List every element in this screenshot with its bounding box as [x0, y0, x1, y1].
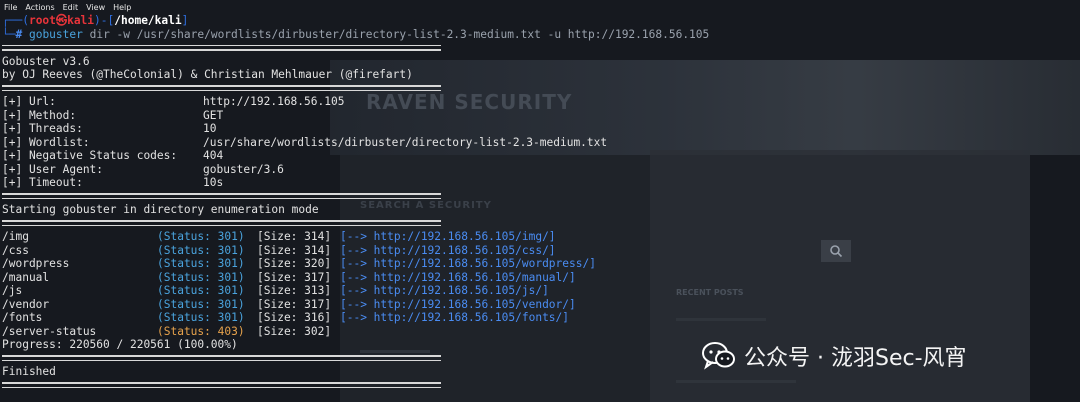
- config-row: [+] Timeout: 10s: [2, 176, 1078, 190]
- watermark-text: 公众号 · 泷羽Sec-风宵: [744, 346, 967, 371]
- result-redirect[interactable]: [--> http://192.168.56.105/img/]: [340, 230, 556, 244]
- result-redirect[interactable]: [--> http://192.168.56.105/js/]: [340, 284, 549, 298]
- result-redirect[interactable]: [--> http://192.168.56.105/css/]: [340, 244, 556, 258]
- prompt-corner: └─: [2, 27, 16, 41]
- result-size: [Size: 314]: [257, 230, 332, 243]
- menu-actions[interactable]: Actions: [21, 0, 58, 14]
- prompt-line-command: └─# gobuster dir -w /usr/share/wordlists…: [2, 28, 1078, 42]
- result-size: [Size: 302]: [257, 324, 332, 338]
- config-key: [+] Threads:: [2, 122, 83, 135]
- result-row: /manual (Status: 301) [Size: 317] [--> http…: [2, 271, 1078, 285]
- config-key: [+] Timeout:: [2, 176, 83, 189]
- result-path: /wordpress: [2, 257, 70, 270]
- result-path: /css: [2, 243, 29, 257]
- result-size: [Size: 317]: [257, 270, 332, 284]
- result-row: /wordpress (Status: 301) [Size: 320] [--> h…: [2, 257, 1078, 271]
- result-status: (Status: 301): [157, 297, 245, 311]
- config-row: [+] Wordlist: /usr/share/wordlists/dirbus…: [2, 136, 1078, 150]
- menu-file[interactable]: File: [0, 0, 21, 14]
- result-size: [Size: 313]: [257, 284, 332, 297]
- separator-rule: [2, 379, 1078, 393]
- result-path: /js: [2, 284, 23, 297]
- config-key: [+] User Agent:: [2, 162, 104, 176]
- wechat-watermark: 公众号 · 泷羽Sec-风宵: [702, 340, 967, 372]
- result-redirect[interactable]: [--> http://192.168.56.105/manual/]: [340, 271, 576, 285]
- config-row: [+] User Agent: gobuster/3.6: [2, 163, 1078, 177]
- config-list: [+] Url: http://192.168.56.105 [+] Method:…: [2, 95, 1078, 190]
- prompt-bracket: ]: [181, 14, 189, 27]
- terminal-menubar: File Actions Edit View Help: [0, 0, 230, 14]
- config-value: 404: [203, 149, 224, 162]
- wechat-icon: [702, 342, 735, 370]
- menu-help[interactable]: Help: [109, 0, 135, 14]
- result-status: (Status: 403): [157, 324, 245, 338]
- results-list: /img (Status: 301) [Size: 314] [--> http://…: [2, 230, 1078, 338]
- result-row: /img (Status: 301) [Size: 314] [--> http://…: [2, 230, 1078, 244]
- separator-rule: [2, 82, 1078, 96]
- result-size: [Size: 316]: [257, 311, 332, 324]
- config-row: [+] Negative Status codes: 404: [2, 149, 1078, 163]
- result-row: /server-status (Status: 403) [Size: 302]: [2, 325, 1078, 339]
- menu-edit[interactable]: Edit: [59, 0, 83, 14]
- config-key: [+] Url:: [2, 95, 56, 108]
- command-args: dir -w /usr/share/wordlists/dirbuster/di…: [82, 27, 710, 41]
- config-value: gobuster/3.6: [203, 162, 284, 176]
- prompt-line-top: ┌──(root㉿kali)-[/home/kali]: [2, 14, 1078, 28]
- result-status: (Status: 301): [157, 284, 245, 297]
- banner-version: Gobuster v3.6: [2, 54, 90, 68]
- prompt-hash: #: [15, 27, 29, 41]
- config-value: 10: [203, 122, 217, 135]
- result-path: /manual: [2, 270, 50, 284]
- result-size: [Size: 314]: [257, 243, 332, 257]
- separator-rule: [2, 217, 1078, 231]
- separator-rule: [2, 190, 1078, 204]
- result-path: /vendor: [2, 297, 50, 311]
- result-path: /server-status: [2, 324, 97, 338]
- config-value: 10s: [203, 176, 224, 189]
- config-key: [+] Wordlist:: [2, 135, 90, 149]
- result-row: /vendor (Status: 301) [Size: 317] [--> http…: [2, 298, 1078, 312]
- command-name: gobuster: [28, 27, 83, 41]
- config-row: [+] Threads: 10: [2, 122, 1078, 136]
- config-value: http://192.168.56.105: [203, 95, 345, 108]
- result-size: [Size: 320]: [257, 257, 332, 270]
- config-row: [+] Url: http://192.168.56.105: [2, 95, 1078, 109]
- config-row: [+] Method: GET: [2, 109, 1078, 123]
- prompt-user: root㉿kali: [28, 14, 95, 27]
- config-value: /usr/share/wordlists/dirbuster/directory…: [203, 135, 608, 149]
- prompt-bracket: ┌──(: [2, 14, 29, 27]
- result-status: (Status: 301): [157, 270, 245, 284]
- result-redirect[interactable]: [--> http://192.168.56.105/vendor/]: [340, 298, 576, 312]
- result-size: [Size: 317]: [257, 297, 332, 311]
- result-row: /css (Status: 301) [Size: 314] [--> http://…: [2, 244, 1078, 258]
- prompt-bracket: )-[: [94, 14, 115, 27]
- config-value: GET: [203, 108, 224, 122]
- result-redirect[interactable]: [--> http://192.168.56.105/fonts/]: [340, 311, 569, 325]
- prompt-cwd: /home/kali: [114, 14, 182, 27]
- menu-view[interactable]: View: [82, 0, 109, 14]
- result-path: /img: [2, 230, 29, 243]
- result-status: (Status: 301): [157, 243, 245, 257]
- start-message: Starting gobuster in directory enumerati…: [2, 203, 319, 216]
- banner-authors: by OJ Reeves (@TheColonial) & Christian …: [2, 68, 413, 81]
- result-status: (Status: 301): [157, 311, 245, 324]
- result-row: /js (Status: 301) [Size: 313] [--> http://1…: [2, 284, 1078, 298]
- config-key: [+] Method:: [2, 108, 77, 122]
- result-path: /fonts: [2, 311, 43, 324]
- result-redirect[interactable]: [--> http://192.168.56.105/wordpress/]: [340, 257, 596, 271]
- separator-rule: [2, 41, 1078, 55]
- terminal-output[interactable]: ┌──(root㉿kali)-[/home/kali] └─# gobuster…: [2, 14, 1078, 392]
- result-status: (Status: 301): [157, 257, 245, 270]
- config-key: [+] Negative Status codes:: [2, 149, 178, 162]
- result-row: /fonts (Status: 301) [Size: 316] [--> http:…: [2, 311, 1078, 325]
- result-status: (Status: 301): [157, 230, 245, 243]
